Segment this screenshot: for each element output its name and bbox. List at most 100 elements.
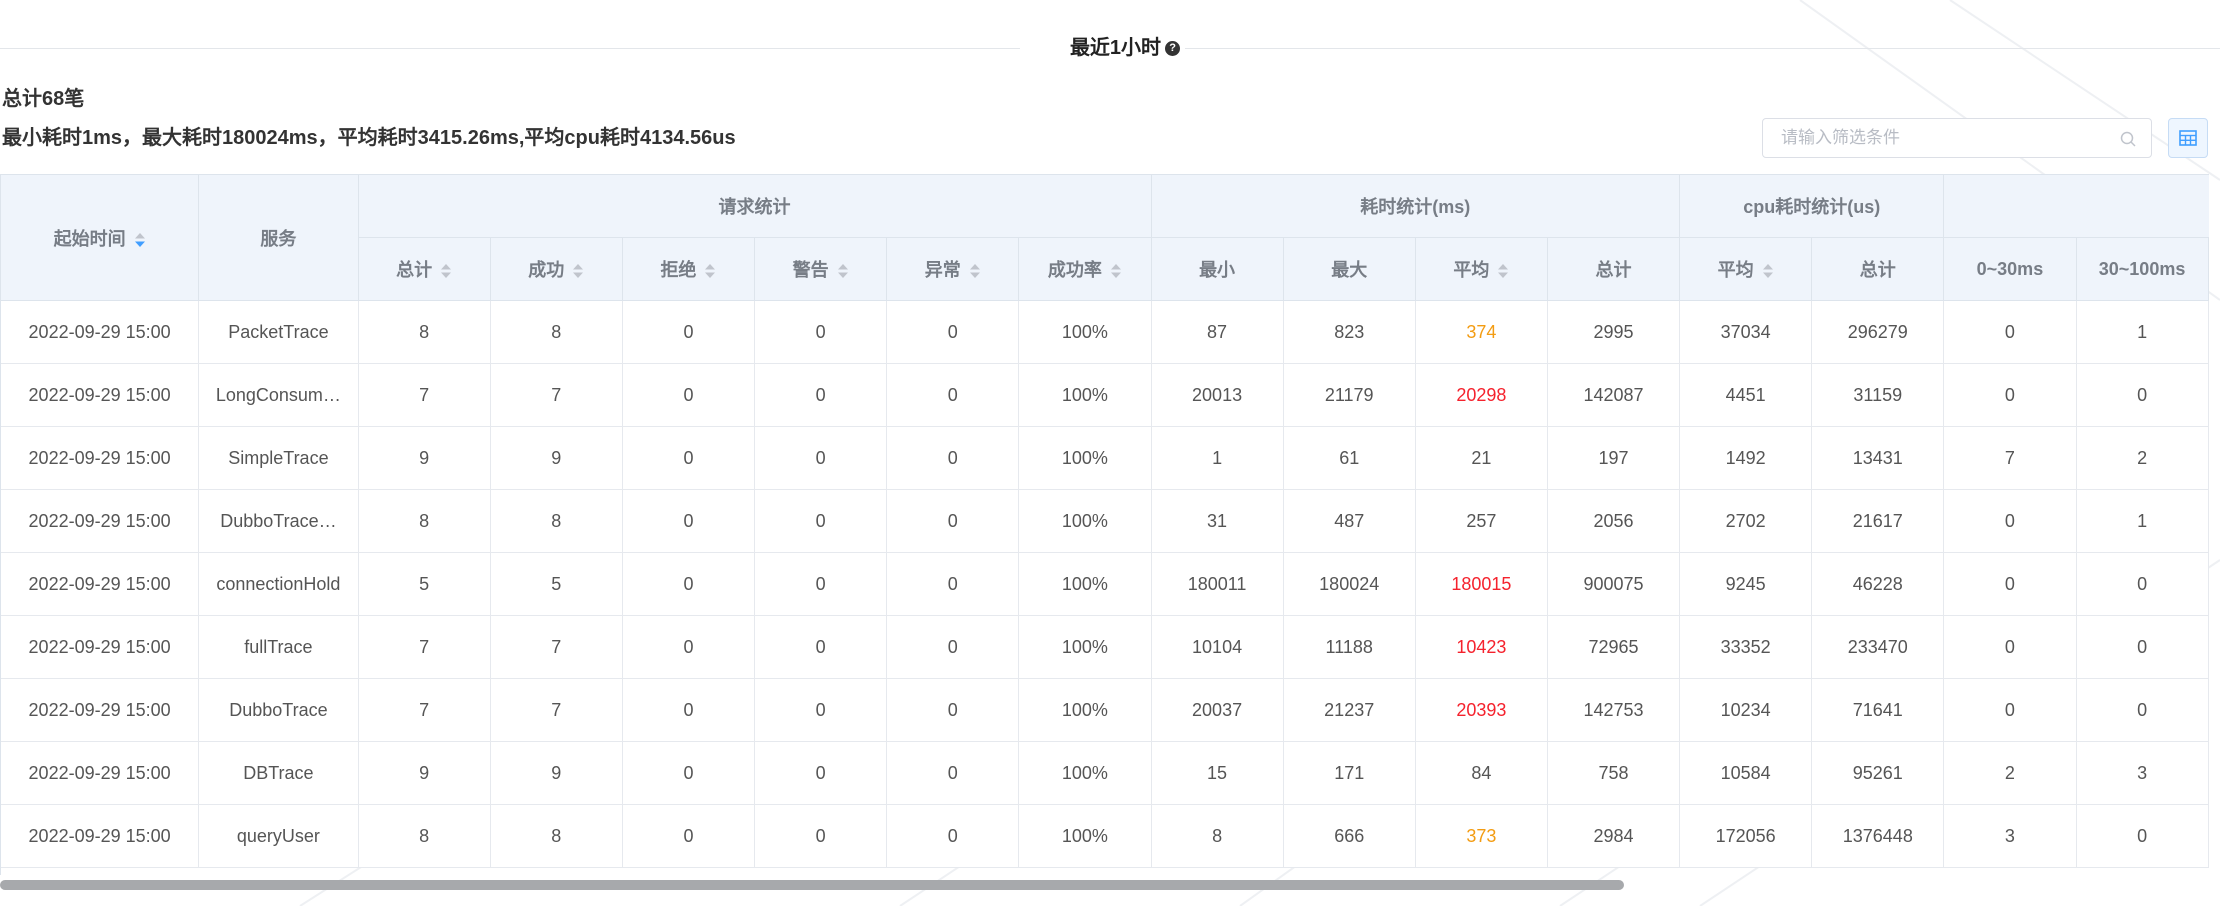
header-duration-1: 最大 <box>1283 237 1416 301</box>
cell-b1: 1 <box>2076 300 2209 364</box>
header-request-3[interactable]: 警告 <box>754 237 888 301</box>
cell-service: fullTrace <box>198 615 359 679</box>
cell-time: 2022-09-29 15:00 <box>1 426 200 490</box>
table-row[interactable]: 2022-09-29 15:00 DubboTrace 7 7 0 0 0 100% 20037… <box>1 678 2209 742</box>
cell-service: LongConsum… <box>198 363 359 427</box>
cell-cpu-avg: 37034 <box>1679 300 1813 364</box>
cell-total: 7 <box>358 615 491 679</box>
group-header-request: 请求统计 <box>358 175 1152 238</box>
cell-cpu-avg: 10584 <box>1679 741 1813 805</box>
table-row[interactable]: 2022-09-29 15:00 queryUser 8 8 0 0 0 100% 8 666 37… <box>1 804 2209 868</box>
cell-error: 0 <box>886 552 1020 616</box>
header-request-2[interactable]: 拒绝 <box>622 237 756 301</box>
header-duration-3: 总计 <box>1547 237 1681 301</box>
header-bucket-1: 30~100ms <box>2076 237 2209 301</box>
cell-avg: 257 <box>1415 489 1548 553</box>
cell-success: 7 <box>490 678 623 742</box>
cell-time: 2022-09-29 15:00 <box>1 804 200 868</box>
search-input[interactable] <box>1763 119 2121 157</box>
cell-total: 8 <box>358 804 491 868</box>
sort-icon[interactable] <box>1110 263 1122 279</box>
sort-icon[interactable] <box>134 232 146 248</box>
cell-avg: 84 <box>1415 741 1548 805</box>
header-duration-3-label: 总计 <box>1595 260 1632 280</box>
cell-b0: 0 <box>1943 678 2077 742</box>
cell-b1: 1 <box>2076 489 2209 553</box>
cell-bucket-more <box>2208 741 2209 805</box>
sort-icon[interactable] <box>1762 263 1774 279</box>
cell-max: 487 <box>1283 489 1416 553</box>
sort-icon[interactable] <box>440 263 452 279</box>
cell-sum: 197 <box>1547 426 1681 490</box>
cell-cpu-sum: 296279 <box>1811 300 1945 364</box>
cell-cpu-sum: 1376448 <box>1811 804 1945 868</box>
header-request-4[interactable]: 异常 <box>886 237 1020 301</box>
header-bucket-0: 0~30ms <box>1943 237 2077 301</box>
cell-avg: 10423 <box>1415 615 1548 679</box>
section-title-text: 最近1小时 <box>1069 37 1162 59</box>
header-cpu-1-label: 总计 <box>1859 260 1896 280</box>
cell-b1: 0 <box>2076 552 2209 616</box>
cell-min: 87 <box>1151 300 1284 364</box>
cell-b1: 0 <box>2076 804 2209 868</box>
divider-line-right <box>1185 48 2220 49</box>
cell-cpu-sum: 95261 <box>1811 741 1945 805</box>
table-row[interactable]: 2022-09-29 15:00 LongConsum… 7 7 0 0 0 100% 2001… <box>1 363 2209 427</box>
cell-avg: 180015 <box>1415 552 1548 616</box>
summary-stats: 最小耗时1ms，最大耗时180024ms，平均耗时3415.26ms,平均cpu… <box>2 127 736 149</box>
header-duration-2-label: 平均 <box>1453 260 1490 280</box>
cell-rate: 100% <box>1018 552 1152 616</box>
cell-service: queryUser <box>198 804 359 868</box>
header-duration-2[interactable]: 平均 <box>1415 237 1548 301</box>
cell-bucket-more <box>2208 489 2209 553</box>
cell-cpu-avg: 4451 <box>1679 363 1813 427</box>
cell-max: 21237 <box>1283 678 1416 742</box>
cell-warning: 0 <box>754 363 888 427</box>
table-row[interactable]: 2022-09-29 15:00 PacketTrace 8 8 0 0 0 100% 87 82… <box>1 300 2209 364</box>
cell-avg: 373 <box>1415 804 1548 868</box>
sort-icon[interactable] <box>969 263 981 279</box>
sort-icon[interactable] <box>837 263 849 279</box>
cell-reject: 0 <box>622 804 756 868</box>
help-icon[interactable]: ? <box>1165 40 1181 56</box>
header-request-0[interactable]: 总计 <box>358 237 491 301</box>
header-request-2-label: 拒绝 <box>660 260 697 280</box>
table-settings-button[interactable] <box>2168 118 2208 158</box>
cell-cpu-avg: 172056 <box>1679 804 1813 868</box>
cell-min: 15 <box>1151 741 1284 805</box>
cell-error: 0 <box>886 615 1020 679</box>
cell-warning: 0 <box>754 678 888 742</box>
cell-rate: 100% <box>1018 741 1152 805</box>
table-row[interactable]: 2022-09-29 15:00 SimpleTrace 9 9 0 0 0 100% 1 61 2… <box>1 426 2209 490</box>
scrollbar-thumb[interactable] <box>0 880 1624 890</box>
cell-service: DBTrace <box>198 741 359 805</box>
header-cpu-0[interactable]: 平均 <box>1679 237 1813 301</box>
cell-rate: 100% <box>1018 426 1152 490</box>
cell-error: 0 <box>886 678 1020 742</box>
sort-icon[interactable] <box>1497 263 1509 279</box>
cell-cpu-sum: 13431 <box>1811 426 1945 490</box>
cell-min: 20037 <box>1151 678 1284 742</box>
table-row[interactable]: 2022-09-29 15:00 fullTrace 7 7 0 0 0 100% 10104 1… <box>1 615 2209 679</box>
cell-total: 8 <box>358 489 491 553</box>
cell-success: 7 <box>490 615 623 679</box>
table-row[interactable]: 2022-09-29 15:00 DubboTrace… 8 8 0 0 0 100% 31 48… <box>1 489 2209 553</box>
cell-cpu-avg: 10234 <box>1679 678 1813 742</box>
header-request-5[interactable]: 成功率 <box>1018 237 1152 301</box>
header-start-time[interactable]: 起始时间 <box>1 175 200 301</box>
table-row[interactable]: 2022-09-29 15:00 DBTrace 9 9 0 0 0 100% 15 171 84 7… <box>1 741 2209 805</box>
cell-cpu-avg: 9245 <box>1679 552 1813 616</box>
header-request-1[interactable]: 成功 <box>490 237 623 301</box>
header-request-4-label: 异常 <box>924 260 961 280</box>
sort-icon[interactable] <box>704 263 716 279</box>
horizontal-scrollbar[interactable] <box>0 878 2220 892</box>
search-icon[interactable] <box>2119 130 2137 148</box>
cell-b1: 0 <box>2076 678 2209 742</box>
sort-icon[interactable] <box>572 263 584 279</box>
cell-cpu-sum: 31159 <box>1811 363 1945 427</box>
stats-table-container[interactable]: 起始时间 服务 请求统计 耗时统计(ms) cpu耗时统计(us) 总计 成功 拒绝… <box>0 174 2209 875</box>
table-row[interactable]: 2022-09-29 15:00 connectionHold 5 5 0 0 0 100% 1… <box>1 552 2209 616</box>
cell-min: 180011 <box>1151 552 1284 616</box>
cell-b0: 0 <box>1943 300 2077 364</box>
cell-success: 5 <box>490 552 623 616</box>
